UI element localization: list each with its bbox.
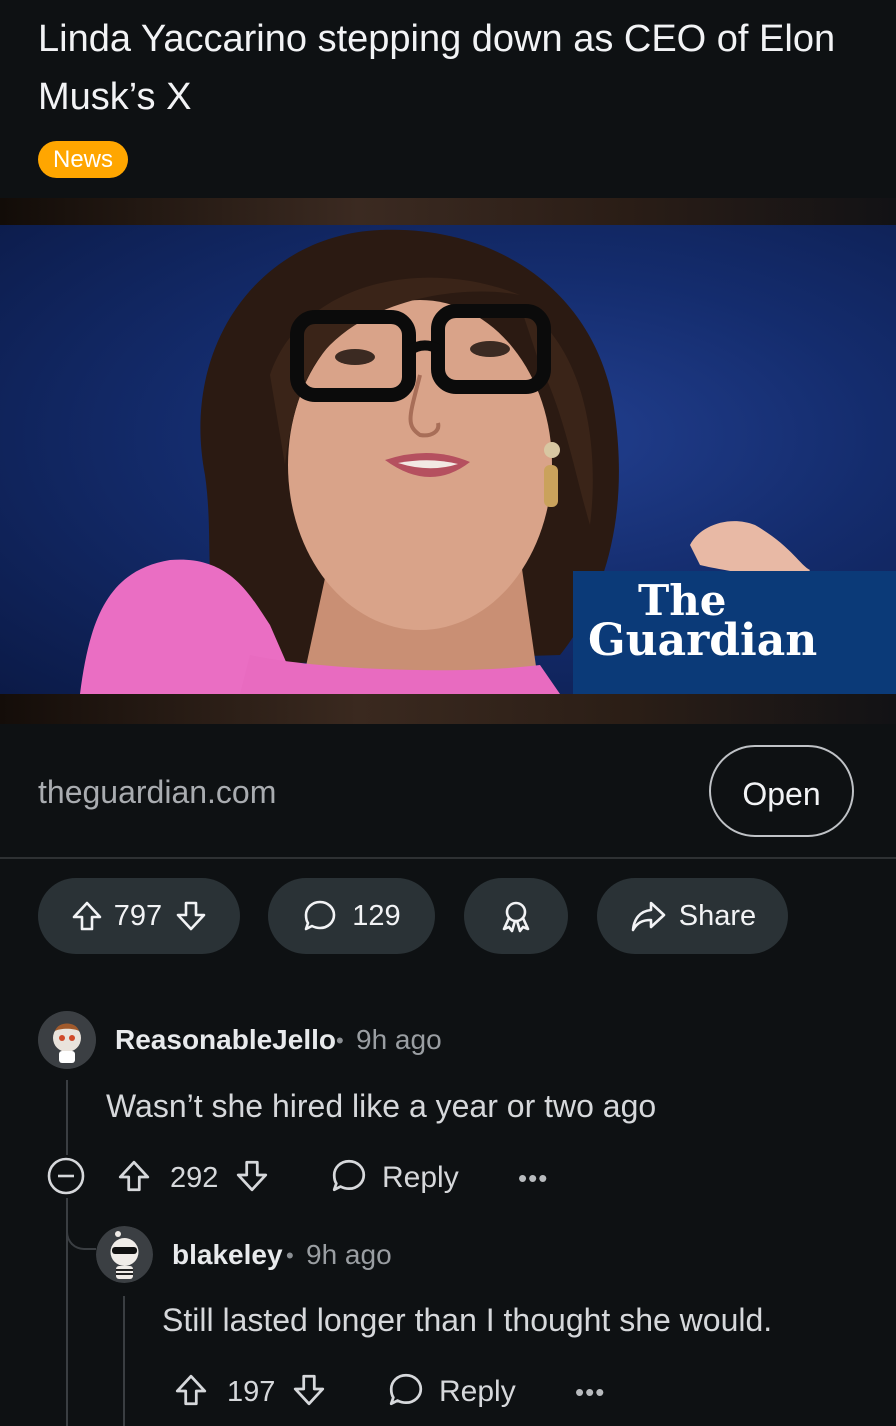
upvote-icon[interactable] xyxy=(70,899,104,933)
reply-connector xyxy=(66,1198,96,1250)
link-preview-row: theguardian.com Open xyxy=(0,724,896,859)
avatar[interactable] xyxy=(38,1011,96,1069)
more-options-button[interactable]: ••• xyxy=(575,1362,605,1422)
collapse-icon[interactable] xyxy=(46,1156,86,1201)
reply-label: Reply xyxy=(382,1161,459,1194)
more-icon: ••• xyxy=(575,1376,606,1407)
reply-label: Reply xyxy=(439,1375,516,1408)
comment-body: Wasn’t she hired like a year or two ago xyxy=(106,1088,657,1124)
comment-bubble-icon xyxy=(302,898,338,934)
comment-age: 9h ago xyxy=(306,1239,392,1270)
comment-bubble-icon xyxy=(387,1371,425,1414)
comment-author[interactable]: blakeley xyxy=(172,1239,283,1271)
post-action-bar: 797 129 Share xyxy=(0,878,896,954)
more-icon: ••• xyxy=(518,1162,549,1193)
thread-line[interactable] xyxy=(123,1296,125,1426)
post-image[interactable]: The Guardian xyxy=(0,198,896,724)
comment-body: Still lasted longer than I thought she w… xyxy=(162,1302,773,1338)
image-top-band xyxy=(0,198,896,225)
photo-frame: The Guardian xyxy=(0,225,896,694)
comment-author[interactable]: ReasonableJello xyxy=(115,1024,336,1056)
comment-bubble-icon xyxy=(330,1157,368,1200)
meta-separator: • xyxy=(336,1028,344,1053)
comment-score: 197 xyxy=(227,1375,276,1408)
share-label: Share xyxy=(678,899,757,932)
meta-separator: • xyxy=(286,1243,294,1268)
more-options-button[interactable]: ••• xyxy=(518,1148,548,1208)
post-score: 797 xyxy=(113,899,163,932)
guardian-logo: The Guardian xyxy=(573,571,896,694)
comment-vote-control: 197 xyxy=(173,1362,327,1422)
comment-vote-control: 292 xyxy=(116,1148,270,1208)
downvote-icon[interactable] xyxy=(174,899,208,933)
upvote-icon[interactable] xyxy=(173,1372,209,1413)
upvote-icon[interactable] xyxy=(116,1158,152,1199)
comment-count: 129 xyxy=(352,899,401,932)
comments-button[interactable]: 129 xyxy=(268,878,435,954)
comment-score: 292 xyxy=(170,1161,219,1194)
downvote-icon[interactable] xyxy=(291,1372,327,1413)
avatar[interactable] xyxy=(96,1226,153,1283)
link-domain[interactable]: theguardian.com xyxy=(38,774,276,811)
news-flair[interactable]: News xyxy=(38,141,129,178)
reply-button[interactable]: Reply xyxy=(330,1148,459,1208)
award-icon xyxy=(498,898,534,934)
vote-control: 797 xyxy=(38,878,240,954)
post-title: Linda Yaccarino stepping down as CEO of … xyxy=(38,18,836,118)
share-button[interactable]: Share xyxy=(597,878,788,954)
award-button[interactable] xyxy=(464,878,568,954)
downvote-icon[interactable] xyxy=(234,1158,270,1199)
image-bottom-band xyxy=(0,694,896,724)
reply-button[interactable]: Reply xyxy=(387,1362,516,1422)
share-arrow-icon xyxy=(629,899,667,933)
guardian-logo-line2: Guardian xyxy=(588,615,818,666)
open-link-button[interactable]: Open xyxy=(709,745,854,837)
comment-age: 9h ago xyxy=(356,1024,442,1055)
thread-line[interactable] xyxy=(66,1080,68,1155)
